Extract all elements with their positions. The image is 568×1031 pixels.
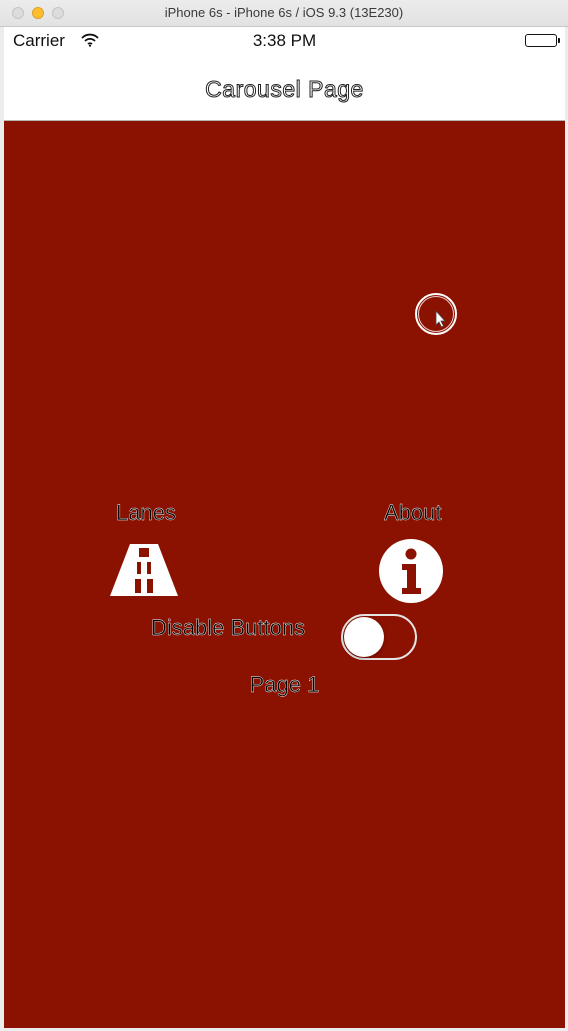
disable-buttons-toggle[interactable] bbox=[341, 614, 417, 660]
window-title: iPhone 6s - iPhone 6s / iOS 9.3 (13E230) bbox=[164, 5, 404, 20]
info-icon[interactable] bbox=[378, 538, 444, 604]
cursor-indicator-icon bbox=[415, 293, 457, 335]
page-indicator-label: Page 1 bbox=[249, 672, 320, 697]
about-label: About bbox=[384, 500, 442, 525]
lanes-label: Lanes bbox=[116, 500, 176, 525]
window-titlebar: iPhone 6s - iPhone 6s / iOS 9.3 (13E230) bbox=[0, 0, 568, 27]
status-time: 3:38 PM bbox=[252, 31, 317, 50]
toggle-knob bbox=[344, 617, 384, 657]
battery-icon bbox=[525, 34, 560, 47]
simulator-window: iPhone 6s - iPhone 6s / iOS 9.3 (13E230)… bbox=[0, 0, 568, 1031]
disable-buttons-label: Disable Buttons bbox=[151, 615, 306, 640]
navigation-bar: Carousel Page bbox=[4, 55, 565, 121]
status-bar: Carrier 3:38 PM bbox=[4, 27, 565, 55]
page-title: Carousel Page bbox=[205, 76, 364, 103]
road-lanes-icon[interactable] bbox=[110, 544, 178, 596]
device-screen: Carrier 3:38 PM Carousel Page Lanes Abou… bbox=[4, 27, 565, 1028]
